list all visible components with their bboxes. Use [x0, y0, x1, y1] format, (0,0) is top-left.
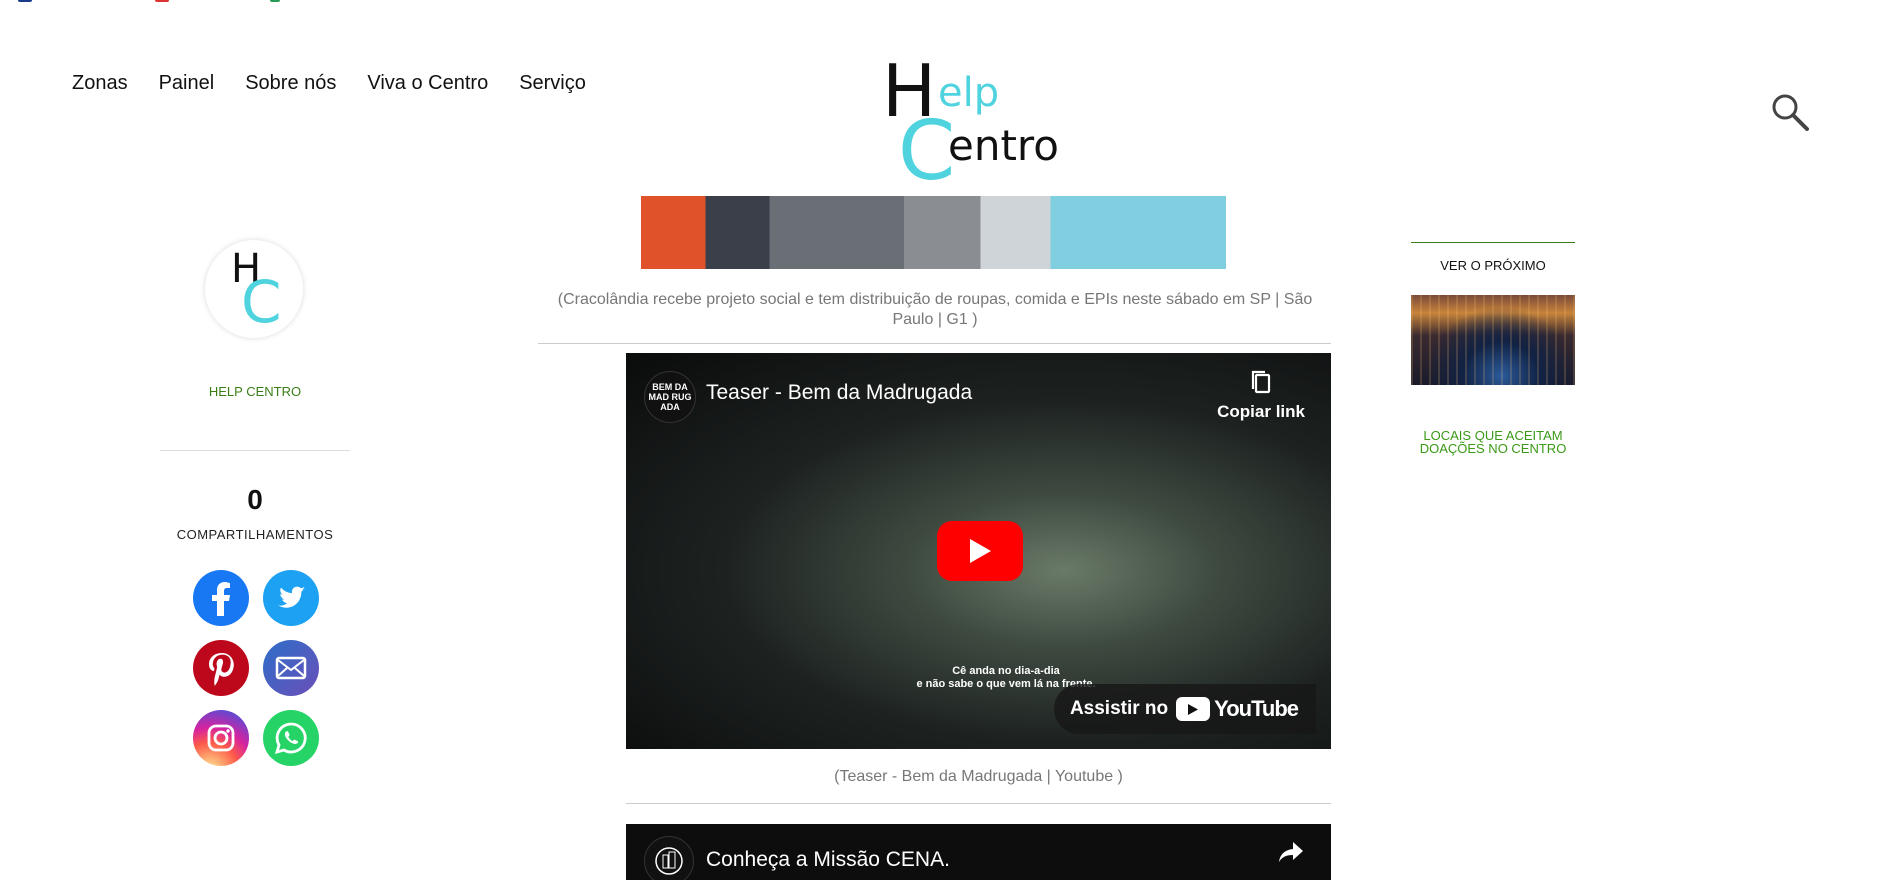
watch-on-youtube-button[interactable]: Assistir no YouTube: [1053, 684, 1316, 734]
channel-avatar[interactable]: BEM DA MAD RUG ADA: [644, 371, 696, 423]
author-avatar[interactable]: H C: [205, 240, 303, 338]
nav-item-servico[interactable]: Serviço: [519, 72, 586, 95]
subtitle-line: Cê anda no dia-a-dia: [952, 665, 1060, 677]
youtube-embed-bem-da-madrugada[interactable]: BEM DA MAD RUG ADA Teaser - Bem da Madru…: [626, 353, 1331, 749]
site-logo[interactable]: H elp C entro: [880, 55, 1059, 199]
divider: [626, 803, 1331, 804]
logo-letter-c: C: [898, 104, 956, 199]
copy-link-button[interactable]: Copiar link: [1217, 369, 1305, 422]
top-strip: [0, 0, 1897, 6]
youtube-logo: YouTube: [1176, 696, 1299, 722]
building-icon: [655, 847, 683, 875]
next-post-thumbnail[interactable]: [1411, 295, 1575, 385]
image-caption: (Cracolândia recebe projeto social e tem…: [557, 291, 1313, 328]
share-icon: [1279, 842, 1303, 862]
channel-avatar[interactable]: [644, 836, 694, 880]
share-label: COMPARTILHAMENTOS: [176, 527, 334, 542]
youtube-wordmark: YouTube: [1214, 696, 1299, 721]
avatar-letter-c: C: [241, 268, 282, 336]
youtube-embed-missao-cena[interactable]: Conheça a Missão CENA.: [626, 824, 1331, 880]
nav-item-painel[interactable]: Painel: [159, 72, 215, 95]
copy-link-label: Copiar link: [1217, 402, 1305, 421]
email-icon[interactable]: [263, 640, 319, 696]
divider: [1411, 242, 1575, 243]
share-button[interactable]: [1277, 840, 1305, 869]
youtube-play-icon: [1176, 697, 1211, 721]
play-button[interactable]: [937, 521, 1023, 581]
top-icon: [155, 0, 169, 2]
top-icon: [270, 0, 280, 2]
pinterest-icon[interactable]: [193, 640, 249, 696]
twitter-icon[interactable]: [263, 570, 319, 626]
main-nav: Zonas Painel Sobre nós Viva o Centro Ser…: [72, 72, 586, 95]
copy-icon: [1251, 370, 1271, 394]
next-post-link[interactable]: LOCAIS QUE ACEITAM DOAÇÕES NO CENTRO: [1411, 429, 1575, 455]
divider: [538, 343, 1331, 344]
video-caption: (Teaser - Bem da Madrugada | Youtube ): [834, 768, 1123, 785]
share-count: 0: [247, 484, 263, 515]
nav-item-zonas[interactable]: Zonas: [72, 72, 128, 95]
video-title[interactable]: Conheça a Missão CENA.: [706, 848, 950, 872]
play-icon: [970, 539, 991, 563]
whatsapp-icon[interactable]: [263, 710, 319, 766]
top-icon: [18, 0, 32, 2]
article-image: [641, 196, 1226, 269]
link-line: DOAÇÕES NO CENTRO: [1419, 441, 1567, 456]
nav-item-sobre-nos[interactable]: Sobre nós: [245, 72, 336, 95]
facebook-icon[interactable]: [193, 570, 249, 626]
video-title[interactable]: Teaser - Bem da Madrugada: [706, 381, 972, 405]
search-icon[interactable]: [1770, 92, 1810, 132]
instagram-icon[interactable]: [193, 710, 249, 766]
next-post-label: VER O PRÓXIMO: [1440, 258, 1546, 273]
nav-item-viva-o-centro[interactable]: Viva o Centro: [367, 72, 488, 95]
author-name[interactable]: HELP CENTRO: [160, 384, 350, 399]
watch-label: Assistir no: [1069, 698, 1169, 719]
divider: [160, 450, 350, 451]
logo-text-entro: entro: [948, 121, 1059, 170]
